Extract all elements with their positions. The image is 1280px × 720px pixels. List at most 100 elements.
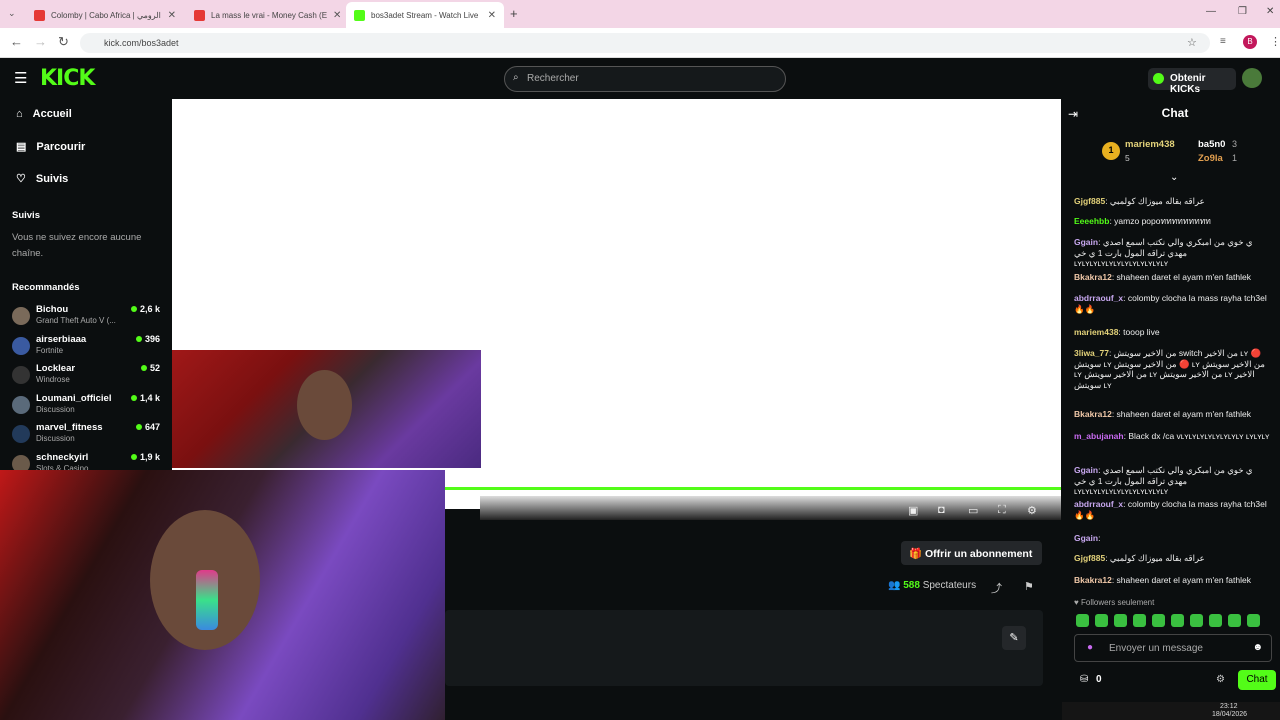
chevron-down-icon[interactable]: ⌄ bbox=[1170, 172, 1178, 183]
kick-logo[interactable]: KICK bbox=[40, 66, 95, 91]
chat-username[interactable]: Gjgf885 bbox=[1074, 196, 1105, 206]
channel-name: schneckyirl bbox=[36, 451, 89, 463]
chat-text: ي خوي من امبكري والي نكتب اسمع اصدي مهدي… bbox=[1074, 465, 1253, 496]
sidebar-item-accueil[interactable]: ⌂ Accueil bbox=[16, 108, 72, 120]
emote-icon[interactable] bbox=[1114, 614, 1127, 627]
leaderboard-user[interactable]: mariem438 bbox=[1125, 139, 1175, 150]
chat-message: Gjgf885: عراقه بقاله ميوزاك كولمبي bbox=[1074, 553, 1205, 563]
recommended-channel[interactable]: Bichou Grand Theft Auto V (... 2,6 k bbox=[12, 304, 162, 332]
leaderboard-user[interactable]: Zo9la bbox=[1198, 153, 1223, 164]
close-icon[interactable]: ✕ bbox=[168, 10, 176, 21]
close-icon[interactable]: ✕ bbox=[488, 10, 496, 21]
browser-tab-2[interactable]: La mass le vrai - Money Cash (E ✕ bbox=[186, 4, 344, 26]
sidebar-item-parcourir[interactable]: ▤ Parcourir bbox=[16, 140, 85, 154]
chat-username[interactable]: Bkakra12 bbox=[1074, 272, 1112, 282]
stream-info-panel bbox=[445, 610, 1043, 686]
minimize-button[interactable]: — bbox=[1206, 6, 1216, 17]
new-tab-button[interactable]: + bbox=[510, 6, 518, 21]
chat-username[interactable]: m_abujanah bbox=[1074, 431, 1124, 441]
emote-icon[interactable] bbox=[1133, 614, 1146, 627]
edit-pencil-icon[interactable]: ✎ bbox=[1002, 626, 1026, 650]
chat-message: Ggain: ي خوي من امبكري والي نكتب اسمع اص… bbox=[1074, 237, 1253, 268]
mic-icon[interactable]: ● bbox=[1087, 642, 1093, 653]
get-kicks-button[interactable]: Obtenir KICKs bbox=[1148, 68, 1236, 95]
user-avatar[interactable] bbox=[1242, 68, 1262, 88]
live-dot-icon bbox=[130, 453, 137, 460]
chat-username[interactable]: mariem438 bbox=[1074, 327, 1118, 337]
emote-icon[interactable] bbox=[1152, 614, 1165, 627]
chat-message: Bkakra12: shaheen daret el ayam m'en fat… bbox=[1074, 272, 1251, 282]
settings-gear-icon[interactable]: ⚙ bbox=[1027, 504, 1037, 517]
chat-settings-icon[interactable]: ⚙ bbox=[1216, 674, 1225, 685]
close-window-button[interactable]: ✕ bbox=[1266, 6, 1274, 17]
profile-avatar[interactable]: B bbox=[1243, 35, 1257, 49]
tab-search-icon[interactable]: ⌄ bbox=[8, 8, 16, 19]
chat-username[interactable]: Bkakra12 bbox=[1074, 409, 1112, 419]
recommended-channel[interactable]: Locklear Windrose 52 bbox=[12, 363, 162, 391]
back-button[interactable]: ← bbox=[10, 34, 23, 49]
leaderboard-user[interactable]: ba5n0 bbox=[1198, 139, 1225, 150]
gift-subscription-button[interactable]: 🎁 Offrir un abonnement bbox=[901, 541, 1042, 565]
sidebar-item-suivis[interactable]: ♡ Suivis bbox=[16, 172, 68, 186]
chat-username[interactable]: Gjgf885 bbox=[1074, 553, 1105, 563]
chat-message: mariem438: tooop live bbox=[1074, 327, 1160, 337]
theater-mode-icon[interactable]: ▭ bbox=[968, 504, 978, 517]
browser-tab-bar: ⌄ Colomby | Cabo Africa | الرومي ✕ La mas… bbox=[0, 0, 1280, 28]
url-input[interactable]: kick.com/bos3adet bbox=[80, 33, 1210, 53]
chat-message-input[interactable]: ● Envoyer un message ☻ bbox=[1074, 634, 1272, 662]
bookmark-star-icon[interactable]: ☆ bbox=[1187, 36, 1197, 49]
recommended-section-title: Recommandés bbox=[12, 282, 80, 293]
browser-tab-1[interactable]: Colomby | Cabo Africa | الرومي ✕ bbox=[26, 4, 184, 26]
chat-message: Bkakra12: shaheen daret el ayam m'en fat… bbox=[1074, 575, 1251, 585]
search-input[interactable]: ⌕ Rechercher bbox=[504, 66, 786, 92]
recommended-channel[interactable]: marvel_fitness Discussion 647 bbox=[12, 422, 162, 450]
rgb-cup bbox=[196, 570, 218, 630]
emote-icon[interactable] bbox=[1076, 614, 1089, 627]
channel-category: Windrose bbox=[36, 375, 70, 384]
emote-icon[interactable] bbox=[1190, 614, 1203, 627]
channel-name: Bichou bbox=[36, 304, 69, 315]
chat-username[interactable]: Eeeehbb bbox=[1074, 216, 1109, 226]
chat-username[interactable]: 3liwa_77 bbox=[1074, 348, 1109, 358]
kick-icon bbox=[354, 9, 365, 21]
chat-text: عراقه بقاله ميوزاك كولمبي bbox=[1109, 196, 1205, 206]
emote-icon[interactable] bbox=[1228, 614, 1241, 627]
emote-icon[interactable] bbox=[1209, 614, 1222, 627]
os-taskbar: 23:12 18/04/2026 bbox=[1062, 702, 1280, 720]
follow-user-icon[interactable]: ⚑ bbox=[1024, 580, 1034, 593]
recommended-channel[interactable]: Loumani_officiel Discussion 1,4 k bbox=[12, 393, 162, 421]
pip-icon[interactable]: ▣ bbox=[908, 504, 918, 517]
browser-tab-3-active[interactable]: bos3adet Stream - Watch Live ✕ bbox=[346, 2, 504, 28]
recommended-channel[interactable]: airserbiaaa Fortnite 396 bbox=[12, 334, 162, 362]
kicks-coin-icon bbox=[1153, 73, 1164, 84]
emote-icon[interactable] bbox=[1095, 614, 1108, 627]
chat-username[interactable]: Bkakra12 bbox=[1074, 575, 1112, 585]
close-icon[interactable]: ✕ bbox=[333, 10, 341, 21]
emote-icon[interactable] bbox=[1247, 614, 1260, 627]
share-icon[interactable]: ⤴ bbox=[991, 580, 1002, 596]
chat-message: abdrraouf_x: colomby clocha la mass rayh… bbox=[1074, 499, 1267, 520]
chat-text: عراقه بقاله ميوزاك كولمبي bbox=[1109, 553, 1205, 563]
emoji-icon[interactable]: ☻ bbox=[1252, 642, 1263, 653]
send-chat-button[interactable]: Chat bbox=[1238, 670, 1276, 690]
channel-name: Locklear bbox=[36, 363, 76, 374]
viewer-count: 👥 588 Spectateurs bbox=[888, 580, 977, 591]
maximize-button[interactable]: ❐ bbox=[1238, 6, 1247, 17]
live-dot-icon bbox=[130, 394, 137, 401]
forward-button[interactable]: → bbox=[34, 34, 47, 49]
channel-avatar bbox=[12, 307, 30, 325]
browser-menu-icon[interactable]: ⋮ bbox=[1270, 35, 1280, 48]
chat-username[interactable]: Ggain bbox=[1074, 465, 1098, 475]
fullscreen-icon[interactable]: ⛶ bbox=[998, 504, 1006, 517]
clip-icon[interactable]: ◘ bbox=[938, 504, 945, 516]
leaderboard-count: 5 bbox=[1125, 153, 1130, 163]
emote-icon[interactable] bbox=[1171, 614, 1184, 627]
video-progress-bar[interactable] bbox=[445, 487, 1061, 490]
reload-button[interactable]: ↻ bbox=[58, 34, 69, 50]
chat-username[interactable]: Ggain bbox=[1074, 237, 1098, 247]
chat-username[interactable]: abdrraouf_x bbox=[1074, 499, 1123, 509]
chat-username[interactable]: abdrraouf_x bbox=[1074, 293, 1123, 303]
media-control-icon[interactable]: ≡ bbox=[1220, 36, 1226, 47]
chat-username[interactable]: Ggain bbox=[1074, 533, 1098, 543]
hamburger-menu-icon[interactable]: ☰ bbox=[14, 69, 27, 87]
